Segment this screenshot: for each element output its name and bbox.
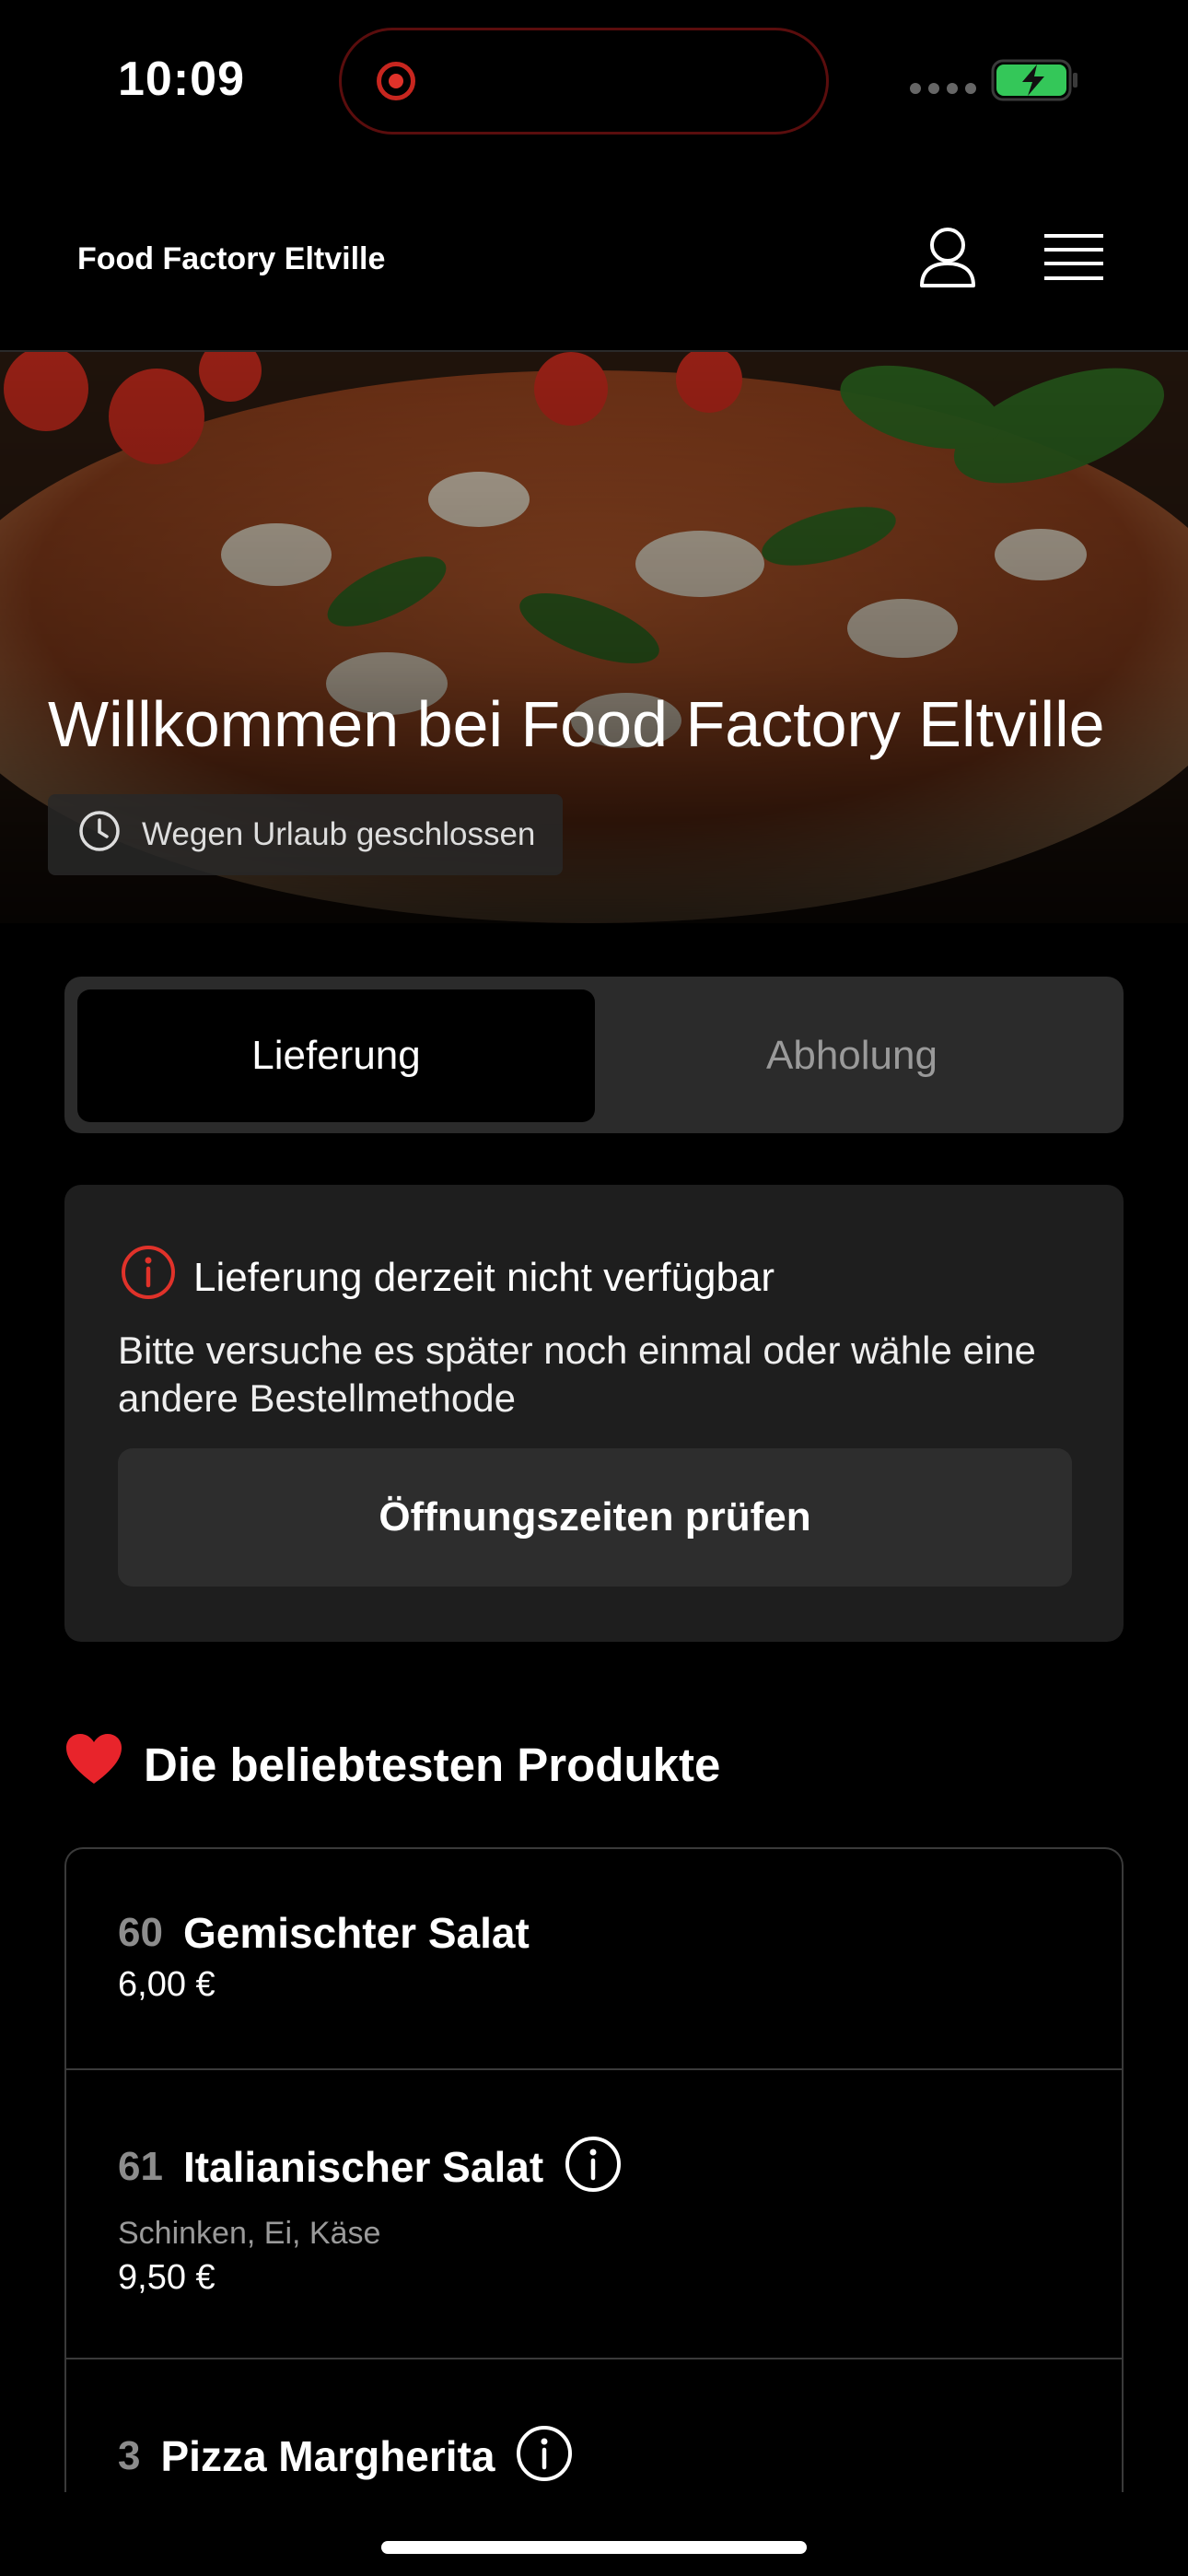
product-number: 61 bbox=[118, 2143, 163, 2189]
tab-lieferung[interactable]: Lieferung bbox=[77, 989, 595, 1122]
product-name: Italianischer Salat bbox=[182, 2142, 544, 2191]
opening-status-badge[interactable]: Wegen Urlaub geschlossen bbox=[48, 794, 564, 875]
heart-icon bbox=[64, 1732, 123, 1797]
info-icon[interactable] bbox=[515, 2424, 574, 2488]
battery-charging-icon bbox=[991, 59, 1079, 106]
signal-icon bbox=[910, 83, 976, 94]
product-description: Schinken, Ei, Käse bbox=[118, 2216, 381, 2251]
user-icon[interactable] bbox=[917, 225, 978, 294]
hero-title: Willkommen bei Food Factory Eltville bbox=[48, 688, 1105, 760]
alert-info-icon bbox=[120, 1244, 177, 1311]
product-number: 3 bbox=[118, 2432, 141, 2478]
product-name: Gemischter Salat bbox=[182, 1909, 530, 1957]
notice-title: Lieferung derzeit nicht verfügbar bbox=[193, 1254, 775, 1300]
list-item[interactable]: 3 Pizza Margherita bbox=[66, 2359, 1122, 2492]
hero-banner: Willkommen bei Food Factory Eltville Weg… bbox=[0, 352, 1188, 923]
product-price: 6,00 € bbox=[118, 1965, 215, 2004]
order-mode-switch: Lieferung Abholung bbox=[64, 977, 1124, 1133]
section-title: Die beliebtesten Produkte bbox=[144, 1738, 721, 1791]
menu-icon[interactable] bbox=[1044, 232, 1103, 288]
status-time: 10:09 bbox=[118, 53, 245, 106]
recording-icon bbox=[377, 62, 415, 100]
app-header: Food Factory Eltville bbox=[0, 184, 1188, 352]
list-item[interactable]: 60 Gemischter Salat 6,00 € bbox=[66, 1849, 1122, 2070]
list-item[interactable]: 61 Italianischer Salat Schinken, Ei, Käs… bbox=[66, 2070, 1122, 2359]
product-number: 60 bbox=[118, 1910, 163, 1955]
brand-name: Food Factory Eltville bbox=[77, 241, 386, 276]
popular-products-heading: Die beliebtesten Produkte bbox=[64, 1732, 720, 1797]
product-name: Pizza Margherita bbox=[160, 2431, 495, 2480]
dynamic-island bbox=[339, 28, 829, 135]
notice-message: Bitte versuche es später noch einmal ode… bbox=[118, 1329, 1036, 1420]
check-opening-hours-button[interactable]: Öffnungszeiten prüfen bbox=[118, 1448, 1072, 1587]
clock-icon bbox=[77, 809, 122, 861]
delivery-unavailable-card: Lieferung derzeit nicht verfügbar Bitte … bbox=[64, 1185, 1124, 1642]
popular-products-list: 60 Gemischter Salat 6,00 € 61 Italianisc… bbox=[64, 1847, 1124, 2492]
opening-status-text: Wegen Urlaub geschlossen bbox=[142, 816, 536, 852]
home-indicator[interactable] bbox=[381, 2541, 807, 2554]
notice-header: Lieferung derzeit nicht verfügbar bbox=[120, 1244, 775, 1311]
product-price: 9,50 € bbox=[118, 2258, 215, 2297]
info-icon[interactable] bbox=[564, 2135, 623, 2198]
tab-abholung[interactable]: Abholung bbox=[593, 989, 1111, 1122]
